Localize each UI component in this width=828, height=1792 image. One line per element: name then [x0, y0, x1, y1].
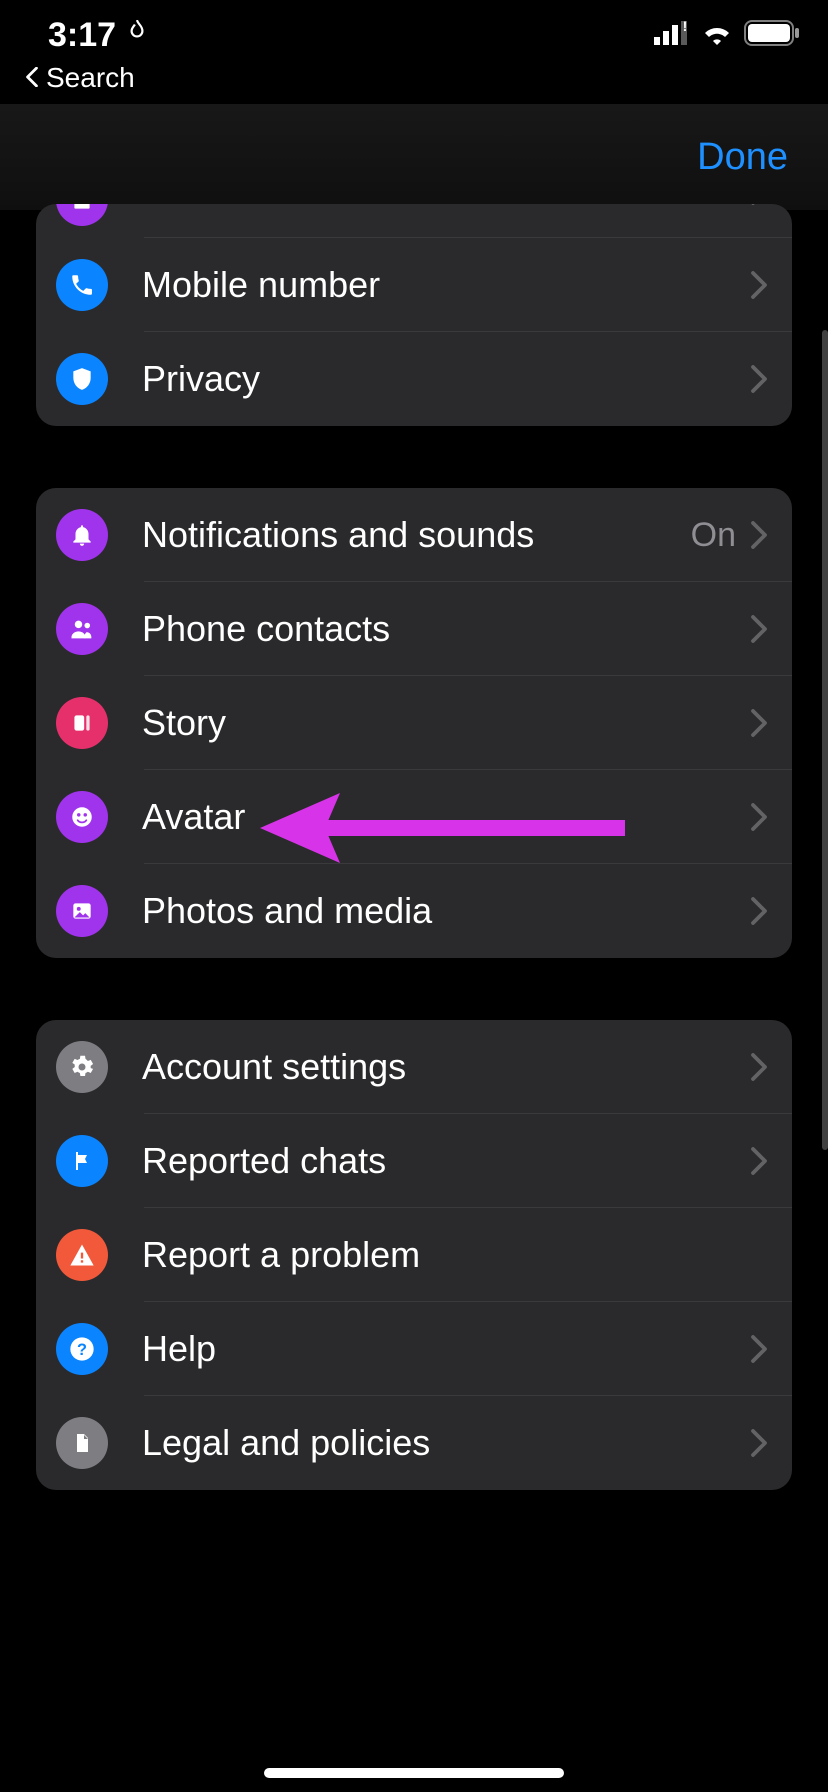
chevron-right-icon [750, 364, 768, 394]
row-mobile-number[interactable]: Mobile number [36, 238, 792, 332]
row-archived-chats[interactable]: Archived chats [36, 204, 792, 238]
home-indicator [264, 1768, 564, 1778]
story-icon [56, 697, 108, 749]
row-help[interactable]: ? Help [36, 1302, 792, 1396]
image-icon [56, 885, 108, 937]
row-contacts-label: Phone contacts [142, 608, 750, 650]
chevron-right-icon [750, 520, 768, 550]
battery-icon [744, 20, 800, 51]
settings-group-account: Archived chats Mobile number Privacy [36, 204, 792, 426]
chevron-right-icon [750, 204, 768, 206]
back-label: Search [46, 62, 135, 94]
status-bar: 3:17 ! [0, 0, 828, 56]
scroll-indicator [822, 330, 828, 1150]
avatar-icon [56, 791, 108, 843]
chevron-right-icon [750, 1052, 768, 1082]
modal-header: Done [0, 104, 828, 210]
row-story-label: Story [142, 702, 750, 744]
chevron-right-icon [750, 614, 768, 644]
flame-icon [124, 16, 150, 55]
row-photos-label: Photos and media [142, 890, 750, 932]
status-right: ! [654, 20, 800, 51]
document-icon [56, 1417, 108, 1469]
chevron-right-icon [750, 708, 768, 738]
svg-text:!: ! [683, 21, 688, 34]
row-mobile-label: Mobile number [142, 264, 750, 306]
row-privacy[interactable]: Privacy [36, 332, 792, 426]
settings-group-support: Account settings Reported chats Report a… [36, 1020, 792, 1490]
back-to-search[interactable]: Search [0, 56, 828, 104]
done-button[interactable]: Done [697, 136, 788, 179]
row-privacy-label: Privacy [142, 358, 750, 400]
svg-text:?: ? [77, 1341, 87, 1359]
row-notifications-label: Notifications and sounds [142, 514, 691, 556]
settings-content: Archived chats Mobile number Privacy [0, 204, 828, 1490]
status-time: 3:17 [48, 16, 116, 55]
chevron-right-icon [750, 1334, 768, 1364]
row-reported-chats[interactable]: Reported chats [36, 1114, 792, 1208]
row-story[interactable]: Story [36, 676, 792, 770]
row-avatar-label: Avatar [142, 796, 750, 838]
row-report-problem[interactable]: Report a problem [36, 1208, 792, 1302]
chevron-right-icon [750, 896, 768, 926]
gear-icon [56, 1041, 108, 1093]
chevron-right-icon [750, 270, 768, 300]
row-report-problem-label: Report a problem [142, 1234, 768, 1276]
row-photos-media[interactable]: Photos and media [36, 864, 792, 958]
archive-icon [56, 204, 108, 226]
row-legal-label: Legal and policies [142, 1422, 750, 1464]
row-notifications-value: On [691, 516, 736, 555]
row-notifications[interactable]: Notifications and sounds On [36, 488, 792, 582]
wifi-icon [700, 21, 734, 50]
back-chevron-icon [24, 62, 40, 94]
warning-icon [56, 1229, 108, 1281]
bell-icon [56, 509, 108, 561]
row-archived-label: Archived chats [142, 204, 750, 210]
status-left: 3:17 [48, 16, 150, 55]
row-account-label: Account settings [142, 1046, 750, 1088]
help-icon: ? [56, 1323, 108, 1375]
people-icon [56, 603, 108, 655]
settings-group-preferences: Notifications and sounds On Phone contac… [36, 488, 792, 958]
row-help-label: Help [142, 1328, 750, 1370]
chevron-right-icon [750, 1146, 768, 1176]
row-phone-contacts[interactable]: Phone contacts [36, 582, 792, 676]
flag-icon [56, 1135, 108, 1187]
shield-icon [56, 353, 108, 405]
row-reported-label: Reported chats [142, 1140, 750, 1182]
row-legal[interactable]: Legal and policies [36, 1396, 792, 1490]
chevron-right-icon [750, 802, 768, 832]
row-account-settings[interactable]: Account settings [36, 1020, 792, 1114]
cellular-icon: ! [654, 21, 690, 50]
row-avatar[interactable]: Avatar [36, 770, 792, 864]
chevron-right-icon [750, 1428, 768, 1458]
phone-icon [56, 259, 108, 311]
